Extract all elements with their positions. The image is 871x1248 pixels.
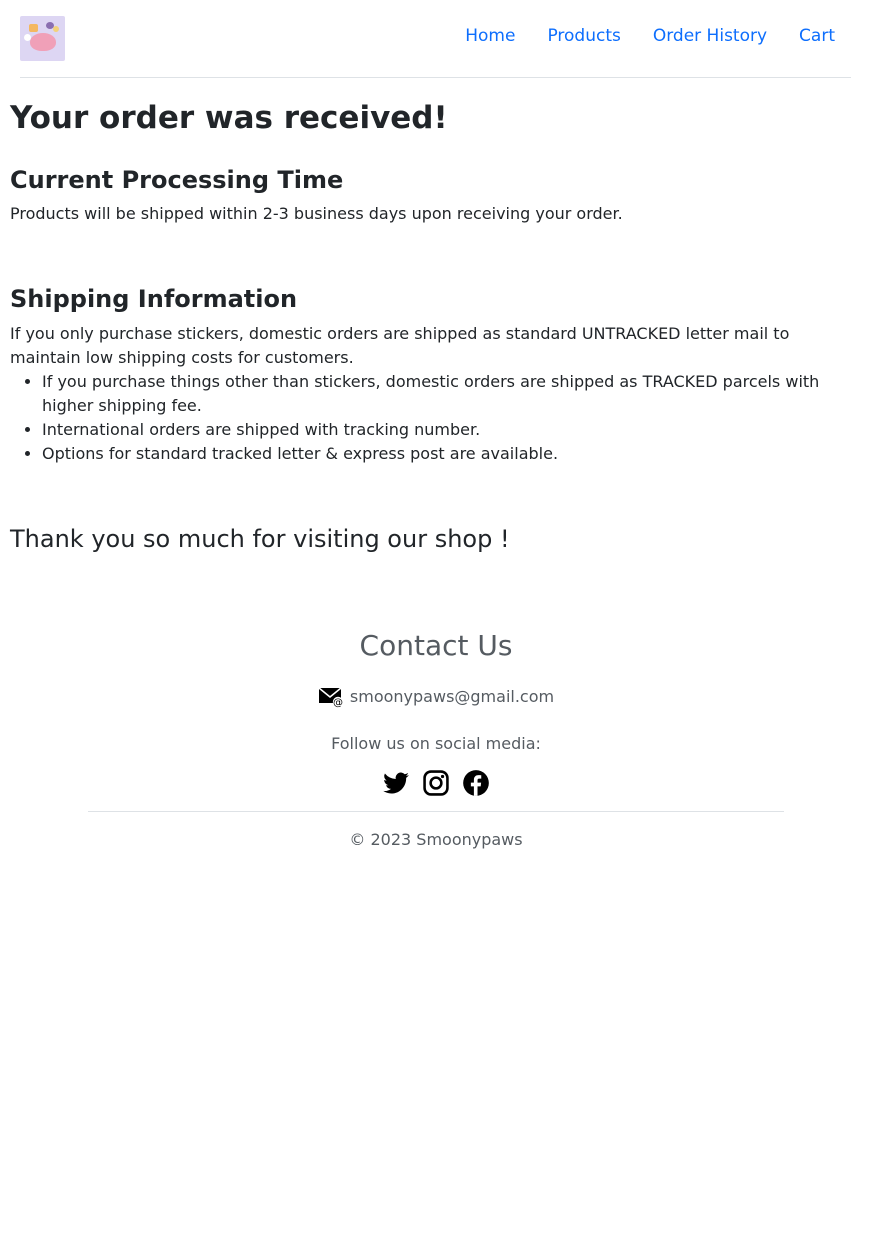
twitter-icon[interactable] (382, 769, 410, 797)
copyright-text: © 2023 Smoonypaws (349, 830, 523, 849)
main-nav: Home Products Order History Cart (449, 24, 851, 48)
page-title: Your order was received! (10, 100, 448, 136)
contact-heading: Contact Us (359, 629, 513, 662)
svg-text:@: @ (333, 698, 343, 709)
email-link[interactable]: smoonypaws@gmail.com (350, 685, 554, 709)
footer-divider (88, 811, 784, 812)
instagram-icon[interactable] (422, 769, 450, 797)
main-content: Your order was received! Current Process… (10, 96, 861, 553)
nav-home-link[interactable]: Home (449, 24, 531, 48)
email-icon: @ (318, 687, 344, 709)
list-item: Options for standard tracked letter & ex… (42, 442, 852, 466)
processing-heading: Current Processing Time (10, 166, 344, 194)
logo-icon[interactable] (20, 16, 65, 61)
nav-cart-link[interactable]: Cart (783, 24, 851, 48)
facebook-icon[interactable] (462, 769, 490, 797)
follow-text: Follow us on social media: (331, 734, 541, 753)
nav-products-link[interactable]: Products (531, 24, 636, 48)
list-item: If you purchase things other than sticke… (42, 370, 852, 418)
shipping-text: If you only purchase stickers, domestic … (10, 324, 790, 367)
shipping-heading: Shipping Information (10, 285, 298, 313)
list-item: International orders are shipped with tr… (42, 418, 852, 442)
thank-you-text: Thank you so much for visiting our shop … (10, 525, 510, 553)
processing-text: Products will be shipped within 2-3 busi… (10, 204, 623, 223)
social-links (88, 769, 784, 797)
nav-order-history-link[interactable]: Order History (637, 24, 783, 48)
shipping-list: If you purchase things other than sticke… (42, 370, 852, 466)
site-header: Home Products Order History Cart (20, 0, 851, 78)
email-row[interactable]: @ smoonypaws@gmail.com (88, 685, 784, 709)
